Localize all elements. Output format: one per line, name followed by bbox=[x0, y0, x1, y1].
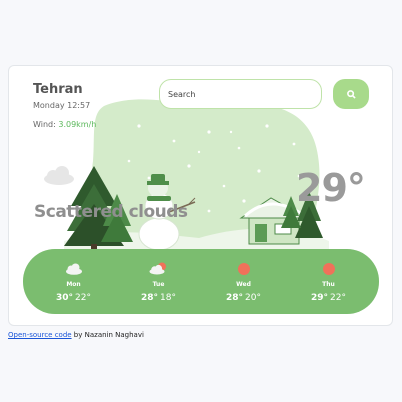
weather-description: Scattered clouds bbox=[34, 202, 188, 222]
footer-credit: Open-source code by Nazanin Naghavi bbox=[8, 331, 144, 339]
forecast-temps: 28° 18° bbox=[141, 293, 176, 303]
forecast-low: 22° bbox=[330, 292, 346, 303]
author-credit: by Nazanin Naghavi bbox=[71, 331, 144, 339]
forecast-high: 28° bbox=[141, 292, 159, 303]
forecast-day-name: Mon bbox=[66, 280, 81, 288]
weather-card: Tehran Monday 12:57 Wind: 3.09km/h 29° S… bbox=[8, 65, 393, 326]
forecast-low: 22° bbox=[75, 292, 91, 303]
sun-icon bbox=[237, 262, 250, 275]
forecast-temps: 28° 20° bbox=[226, 293, 261, 303]
wind-value: 3.09km/h bbox=[58, 120, 97, 129]
sun-cloud-icon bbox=[149, 262, 166, 275]
forecast-high: 29° bbox=[311, 292, 329, 303]
search-button[interactable] bbox=[333, 79, 369, 109]
source-code-link[interactable]: Open-source code bbox=[8, 331, 72, 339]
forecast-day: Thu 29° 22° bbox=[294, 261, 364, 303]
forecast-day-name: Tue bbox=[152, 280, 165, 288]
search-input[interactable] bbox=[159, 79, 322, 109]
sun-icon bbox=[322, 262, 335, 275]
cloud-icon bbox=[44, 166, 74, 185]
forecast-low: 20° bbox=[245, 292, 261, 303]
forecast-low: 18° bbox=[160, 292, 176, 303]
forecast-day-name: Thu bbox=[322, 280, 335, 288]
forecast-high: 28° bbox=[226, 292, 244, 303]
forecast-day: Mon 30° 22° bbox=[39, 261, 109, 303]
cloud-icon bbox=[65, 263, 82, 275]
wind-label: Wind: bbox=[33, 120, 56, 129]
search-icon bbox=[346, 89, 356, 99]
forecast-day: Wed 28° 20° bbox=[209, 261, 279, 303]
forecast-temps: 30° 22° bbox=[56, 293, 91, 303]
city-name: Tehran bbox=[33, 82, 83, 97]
forecast-day: Tue 28° 18° bbox=[124, 261, 194, 303]
wind-info: Wind: 3.09km/h bbox=[33, 120, 96, 129]
forecast-day-name: Wed bbox=[236, 280, 251, 288]
current-temperature: 29° bbox=[296, 166, 366, 210]
forecast-temps: 29° 22° bbox=[311, 293, 346, 303]
date-time: Monday 12:57 bbox=[33, 101, 91, 110]
forecast-high: 30° bbox=[56, 292, 74, 303]
forecast-bar: Mon 30° 22° Tue 28° 18° Wed 28° 20° Thu … bbox=[23, 249, 379, 314]
